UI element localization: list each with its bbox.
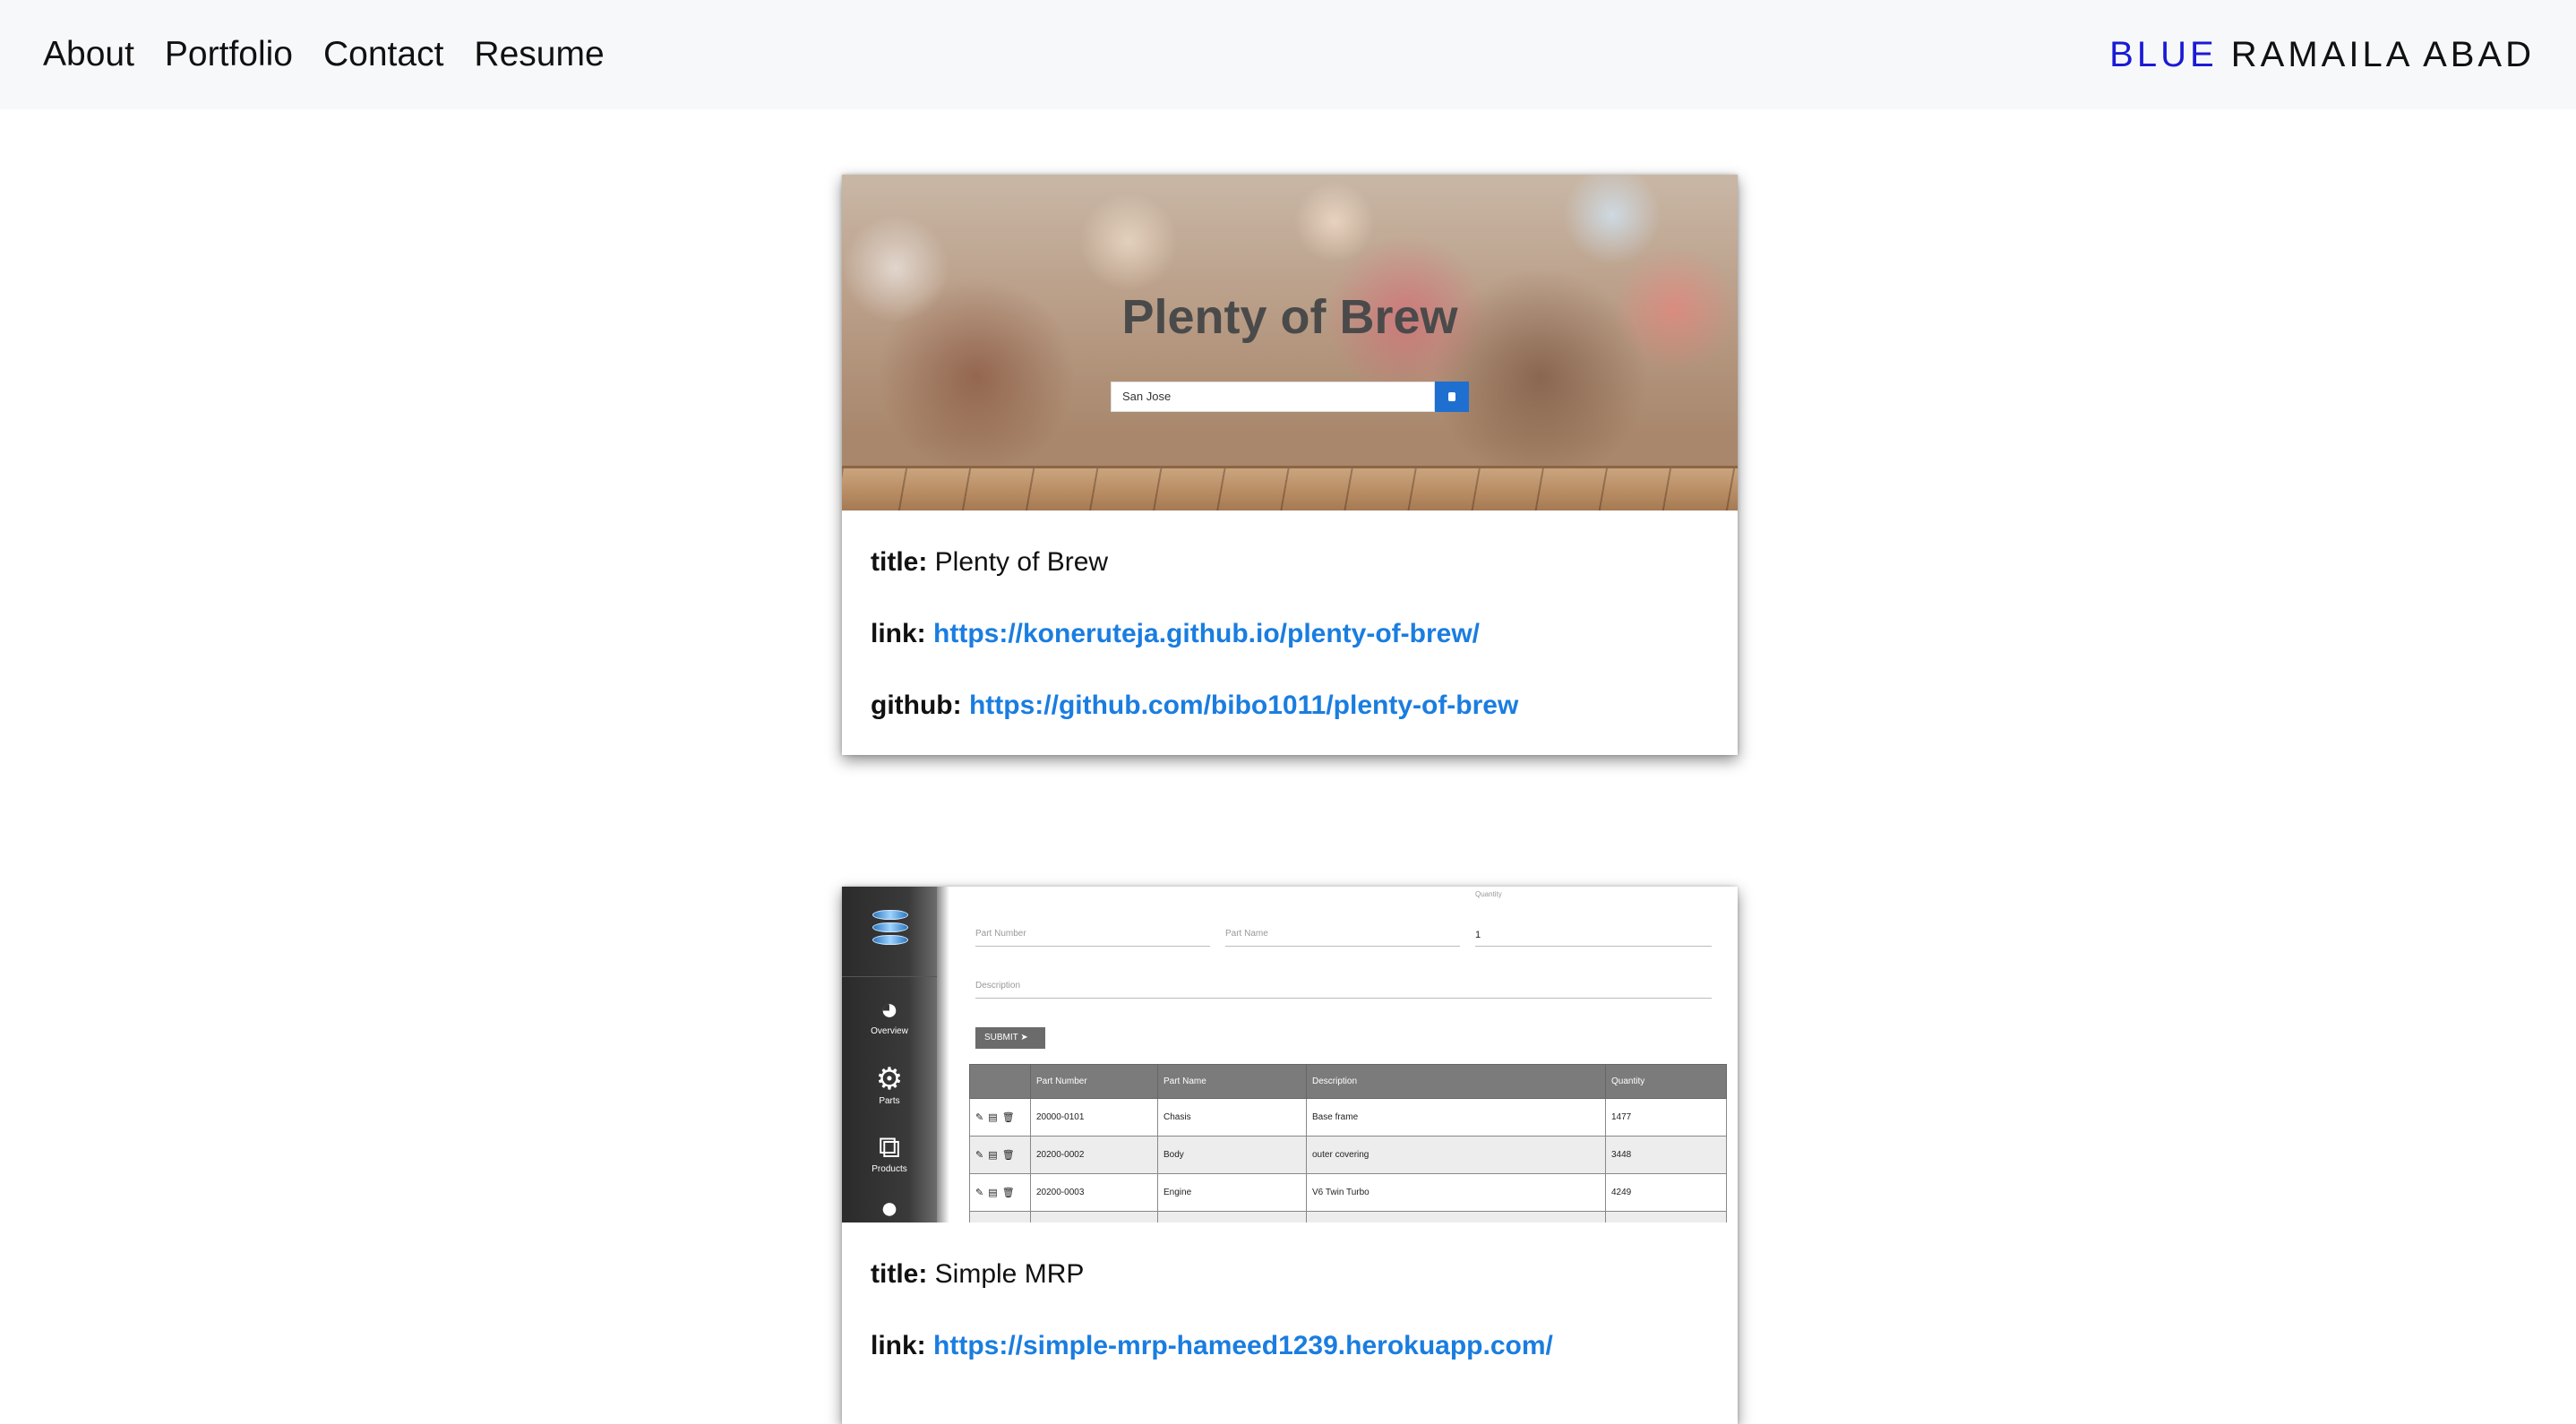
project-title: Plenty of Brew xyxy=(934,547,1109,577)
nav-links: About Portfolio Contact Resume xyxy=(43,35,605,74)
pie-chart-icon: ◕ xyxy=(880,992,899,1026)
project-live-link[interactable]: https://koneruteja.github.io/plenty-of-b… xyxy=(933,619,1480,648)
project-link-line: link: https://koneruteja.github.io/plent… xyxy=(871,618,1709,650)
table-row xyxy=(969,1211,1727,1222)
nav-link-contact[interactable]: Contact xyxy=(323,35,443,74)
project-card-simple-mrp: ◕ Overview ⚙ Parts ⧉ Products ● Part Num… xyxy=(842,887,1738,1424)
quantity-field: Quantity 1 xyxy=(1475,890,1712,947)
column-header: Part Name xyxy=(1157,1064,1307,1099)
empty-cell xyxy=(1605,1211,1727,1222)
screenshot-heading: Plenty of Brew xyxy=(1121,290,1458,344)
nav-link-resume[interactable]: Resume xyxy=(474,35,604,74)
table-row: ✎ ▤ 🗑 20200-0002 Body outer covering 344… xyxy=(969,1136,1727,1174)
cell-description: Base frame xyxy=(1306,1098,1606,1137)
table-row: ✎ ▤ 🗑 20200-0003 Engine V6 Twin Turbo 42… xyxy=(969,1173,1727,1212)
project-github-line: github: https://github.com/bibo1011/plen… xyxy=(871,690,1709,722)
project-link-line: link: https://simple-mrp-hameed1239.hero… xyxy=(871,1330,1709,1362)
cell-part-name: Body xyxy=(1157,1136,1307,1174)
project-title-line: title: Plenty of Brew xyxy=(871,546,1709,579)
project-screenshot: ◕ Overview ⚙ Parts ⧉ Products ● Part Num… xyxy=(842,887,1738,1222)
column-header: Part Number xyxy=(1030,1064,1158,1099)
parts-table: Part Number Part Name Description Quanti… xyxy=(969,1064,1727,1222)
project-live-link[interactable]: https://simple-mrp-hameed1239.herokuapp.… xyxy=(933,1331,1553,1360)
cell-description: V6 Twin Turbo xyxy=(1306,1173,1606,1212)
part-number-label: Part Number xyxy=(975,929,1026,939)
link-key: link: xyxy=(871,1331,926,1360)
sidebar-divider xyxy=(842,976,937,977)
wood-floor xyxy=(842,466,1738,510)
table-header-row: Part Number Part Name Description Quanti… xyxy=(969,1064,1727,1099)
title-key: title: xyxy=(871,547,928,577)
project-title: Simple MRP xyxy=(934,1259,1085,1289)
project-card-plenty-of-brew: Plenty of Brew San Jose title: Plenty of… xyxy=(842,175,1738,755)
nav-link-portfolio[interactable]: Portfolio xyxy=(165,35,293,74)
column-header: Description xyxy=(1306,1064,1606,1099)
row-actions: ✎ ▤ 🗑 xyxy=(969,1173,1031,1212)
row-actions: ✎ ▤ 🗑 xyxy=(969,1136,1031,1174)
part-name-field: Part Name xyxy=(1225,914,1460,947)
part-name-label: Part Name xyxy=(1225,929,1268,939)
description-field: Description xyxy=(975,967,1712,999)
search-icon xyxy=(1448,392,1455,401)
top-navbar: About Portfolio Contact Resume BLUE RAMA… xyxy=(0,0,2576,109)
cell-quantity: 4249 xyxy=(1605,1173,1727,1212)
nav-link-about[interactable]: About xyxy=(43,35,134,74)
table-row: ✎ ▤ 🗑 20000-0101 Chasis Base frame 1477 xyxy=(969,1098,1727,1137)
description-label: Description xyxy=(975,981,1021,991)
mrp-app-screenshot: ◕ Overview ⚙ Parts ⧉ Products ● Part Num… xyxy=(842,887,1738,1222)
sidebar-item-user: ● xyxy=(842,1191,937,1222)
sidebar-shadow xyxy=(937,887,949,1222)
empty-cell xyxy=(1157,1211,1307,1222)
quantity-value: 1 xyxy=(1475,930,1481,940)
cell-part-name: Chasis xyxy=(1157,1098,1307,1137)
part-number-field: Part Number xyxy=(975,914,1210,947)
submit-button: SUBMIT ➤ xyxy=(975,1027,1045,1049)
project-info: title: Plenty of Brew link: https://kone… xyxy=(842,510,1738,722)
github-key: github: xyxy=(871,691,962,720)
cell-quantity: 3448 xyxy=(1605,1136,1727,1174)
user-icon: ● xyxy=(880,1191,899,1222)
sidebar-item-overview: ◕ Overview xyxy=(842,992,937,1036)
column-header: Quantity xyxy=(1605,1064,1727,1099)
empty-cell xyxy=(1306,1211,1606,1222)
project-info: title: Simple MRP link: https://simple-m… xyxy=(842,1222,1738,1362)
database-icon xyxy=(872,910,908,956)
title-key: title: xyxy=(871,1259,928,1289)
empty-cell xyxy=(1030,1211,1158,1222)
screenshot-search-button xyxy=(1435,382,1469,412)
sidebar-label: Overview xyxy=(871,1026,908,1036)
sidebar-item-products: ⧉ Products xyxy=(842,1130,937,1174)
brand-last-name: RAMAILA ABAD xyxy=(2230,34,2535,74)
sidebar-label: Products xyxy=(872,1164,907,1174)
project-title-line: title: Simple MRP xyxy=(871,1258,1709,1291)
sidebar-label: Parts xyxy=(879,1096,900,1106)
cell-part-name: Engine xyxy=(1157,1173,1307,1212)
cell-part-number: 20200-0002 xyxy=(1030,1136,1158,1174)
screenshot-search-input: San Jose xyxy=(1111,382,1435,412)
empty-cell xyxy=(969,1211,1031,1222)
cell-quantity: 1477 xyxy=(1605,1098,1727,1137)
gears-icon: ⚙ xyxy=(875,1062,904,1096)
brand-first-name: BLUE xyxy=(2109,34,2218,74)
mrp-sidebar: ◕ Overview ⚙ Parts ⧉ Products ● xyxy=(842,887,937,1222)
sidebar-item-parts: ⚙ Parts xyxy=(842,1062,937,1106)
column-header xyxy=(969,1064,1031,1099)
cell-part-number: 20200-0003 xyxy=(1030,1173,1158,1212)
cell-description: outer covering xyxy=(1306,1136,1606,1174)
row-actions: ✎ ▤ 🗑 xyxy=(969,1098,1031,1137)
brand-name: BLUE RAMAILA ABAD xyxy=(2109,35,2535,75)
cell-part-number: 20000-0101 xyxy=(1030,1098,1158,1137)
project-github-link[interactable]: https://github.com/bibo1011/plenty-of-br… xyxy=(969,691,1518,720)
project-screenshot: Plenty of Brew San Jose xyxy=(842,175,1738,510)
quantity-label: Quantity xyxy=(1475,890,1502,898)
cubes-icon: ⧉ xyxy=(878,1130,901,1164)
link-key: link: xyxy=(871,619,926,648)
